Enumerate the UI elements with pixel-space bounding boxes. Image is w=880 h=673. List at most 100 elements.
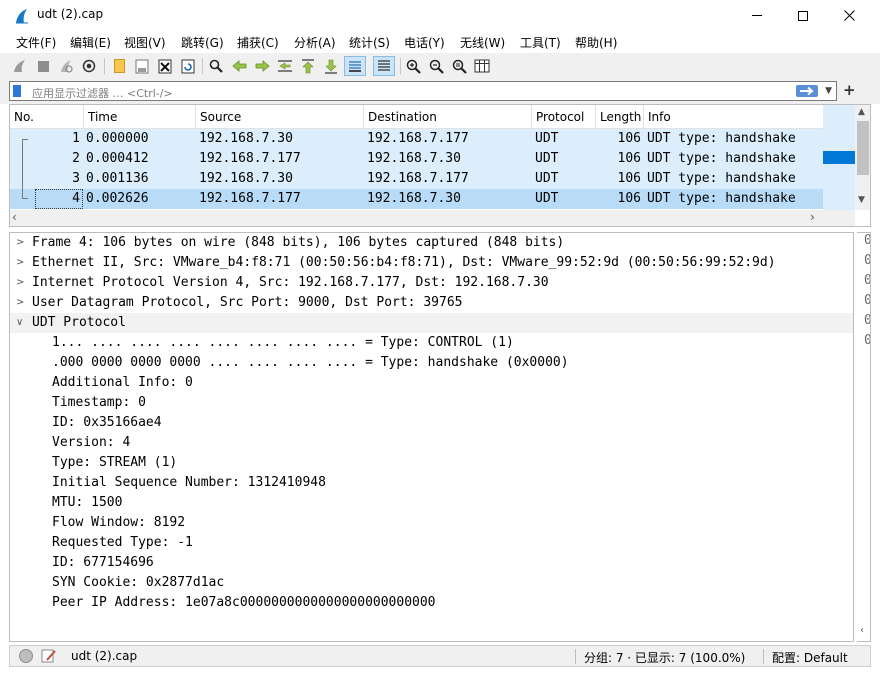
first-packet-button[interactable] [298, 56, 318, 76]
scroll-left-arrow-icon[interactable]: ‹ [12, 210, 17, 224]
packet-row[interactable]: 3 0.001136 192.168.7.30 192.168.7.177 UD… [10, 169, 823, 189]
close-file-button[interactable] [155, 56, 175, 76]
chevron-right-icon[interactable]: > [16, 273, 24, 293]
menu-tools[interactable]: 工具(T) [520, 34, 561, 51]
capture-options-button[interactable] [79, 56, 99, 76]
go-to-packet-button[interactable] [275, 56, 295, 76]
scroll-up-arrow-icon[interactable]: ▲ [858, 107, 865, 117]
status-profile[interactable]: 配置: Default [772, 649, 848, 666]
restart-capture-button[interactable] [56, 56, 76, 76]
tree-field[interactable]: Requested Type: -1 [10, 533, 853, 553]
column-header-time[interactable]: Time [84, 105, 196, 129]
scrollbar-thumb[interactable] [857, 121, 869, 175]
menu-file[interactable]: 文件(F) [16, 34, 56, 51]
previous-packet-button[interactable] [229, 56, 249, 76]
tree-field[interactable]: 1... .... .... .... .... .... .... .... … [10, 333, 853, 353]
tree-field[interactable]: Timestamp: 0 [10, 393, 853, 413]
autoscroll-button[interactable] [344, 56, 366, 76]
tree-item-label: UDT Protocol [32, 315, 126, 330]
minimize-button[interactable] [734, 0, 780, 31]
tree-field[interactable]: SYN Cookie: 0x2877d1ac [10, 573, 853, 593]
display-filter-input[interactable]: 应用显示过滤器 … <Ctrl-/> ▼ [9, 81, 837, 101]
tree-field[interactable]: Type: STREAM (1) [10, 453, 853, 473]
bytes-offset: 0 [864, 253, 870, 268]
zoom-out-button[interactable] [426, 56, 446, 76]
packet-list-header: No. Time Source Destination Protocol Len… [10, 105, 855, 129]
last-packet-button[interactable] [321, 56, 341, 76]
stop-capture-button[interactable] [33, 56, 53, 76]
chevron-right-icon[interactable]: > [16, 293, 24, 313]
maximize-button[interactable] [780, 0, 826, 31]
packet-list-horizontal-scrollbar[interactable]: ‹ › [10, 210, 855, 226]
tree-item-frame[interactable]: > Frame 4: 106 bytes on wire (848 bits),… [10, 233, 853, 253]
tree-field[interactable]: Flow Window: 8192 [10, 513, 853, 533]
menu-telephony[interactable]: 电话(Y) [404, 34, 445, 51]
bookmark-icon[interactable] [13, 85, 21, 97]
cell-destination: 192.168.7.177 [367, 131, 469, 146]
chevron-down-icon[interactable]: ∨ [16, 313, 23, 333]
close-button[interactable] [826, 0, 872, 31]
scroll-down-arrow-icon[interactable]: ▼ [858, 195, 865, 205]
cell-destination: 192.168.7.177 [367, 171, 469, 186]
cell-source: 192.168.7.177 [199, 151, 301, 166]
tree-field[interactable]: Initial Sequence Number: 1312410948 [10, 473, 853, 493]
tree-field[interactable]: ID: 677154696 [10, 553, 853, 573]
menu-edit[interactable]: 编辑(E) [70, 34, 111, 51]
start-capture-button[interactable] [10, 56, 30, 76]
menu-capture[interactable]: 捕获(C) [237, 34, 279, 51]
tree-field[interactable]: Peer IP Address: 1e07a8c0000000000000000… [10, 593, 853, 613]
apply-filter-button[interactable] [796, 85, 818, 97]
find-packet-button[interactable] [206, 56, 226, 76]
packet-row-selected[interactable]: 4 0.002626 192.168.7.177 192.168.7.30 UD… [10, 189, 823, 209]
menu-view[interactable]: 视图(V) [124, 34, 166, 51]
menu-go[interactable]: 跳转(G) [181, 34, 224, 51]
chevron-right-icon[interactable]: > [16, 233, 24, 253]
tree-field[interactable]: MTU: 1500 [10, 493, 853, 513]
packet-row[interactable]: 1 0.000000 192.168.7.30 192.168.7.177 UD… [10, 129, 823, 149]
column-header-length[interactable]: Length [596, 105, 644, 129]
resize-columns-button[interactable] [472, 56, 492, 76]
wireshark-fin-icon [16, 9, 28, 24]
packet-minimap[interactable] [823, 105, 855, 210]
scroll-right-arrow-icon[interactable]: › [810, 210, 815, 224]
cell-protocol: UDT [535, 151, 559, 166]
expert-info-icon[interactable] [19, 649, 33, 663]
column-header-protocol[interactable]: Protocol [532, 105, 596, 129]
resize-columns-icon [474, 59, 490, 73]
tree-item-udt[interactable]: ∨ UDT Protocol [10, 313, 853, 333]
column-header-destination[interactable]: Destination [364, 105, 532, 129]
packet-list-vertical-scrollbar[interactable]: ▲ ▼ [855, 105, 870, 210]
cell-source: 192.168.7.177 [199, 191, 301, 206]
tree-field[interactable]: .000 0000 0000 0000 .... .... .... .... … [10, 353, 853, 373]
tree-item-ethernet[interactable]: > Ethernet II, Src: VMware_b4:f8:71 (00:… [10, 253, 853, 273]
tree-field[interactable]: Additional Info: 0 [10, 373, 853, 393]
column-header-no[interactable]: No. [10, 105, 84, 129]
add-filter-icon[interactable]: + [843, 81, 856, 99]
tree-field[interactable]: ID: 0x35166ae4 [10, 413, 853, 433]
packet-bytes-pane[interactable]: 0 0 0 0 0 0 ‹ [857, 232, 871, 642]
menu-wireless[interactable]: 无线(W) [460, 34, 505, 51]
cell-info: UDT type: handshake [647, 131, 796, 146]
next-packet-button[interactable] [252, 56, 272, 76]
open-file-button[interactable] [109, 56, 129, 76]
menu-help[interactable]: 帮助(H) [575, 34, 617, 51]
bytes-scroll-handle[interactable]: ‹ [860, 625, 864, 636]
reload-file-button[interactable] [178, 56, 198, 76]
tree-field-label: Flow Window: 8192 [52, 515, 186, 530]
tree-item-ipv4[interactable]: > Internet Protocol Version 4, Src: 192.… [10, 273, 853, 293]
filter-history-dropdown[interactable]: ▼ [825, 86, 832, 96]
packet-row[interactable]: 2 0.000412 192.168.7.177 192.168.7.30 UD… [10, 149, 823, 169]
colorize-button[interactable] [373, 56, 395, 76]
tree-field[interactable]: Version: 4 [10, 433, 853, 453]
tree-field-label: Timestamp: 0 [52, 395, 146, 410]
comment-edit-icon[interactable] [41, 648, 57, 664]
save-file-button[interactable] [132, 56, 152, 76]
menu-statistics[interactable]: 统计(S) [349, 34, 390, 51]
menu-analyze[interactable]: 分析(A) [294, 34, 336, 51]
normal-size-button[interactable] [449, 56, 469, 76]
column-header-source[interactable]: Source [196, 105, 364, 129]
chevron-right-icon[interactable]: > [16, 253, 24, 273]
column-header-info[interactable]: Info [644, 105, 823, 129]
zoom-in-button[interactable] [403, 56, 423, 76]
tree-item-udp[interactable]: > User Datagram Protocol, Src Port: 9000… [10, 293, 853, 313]
